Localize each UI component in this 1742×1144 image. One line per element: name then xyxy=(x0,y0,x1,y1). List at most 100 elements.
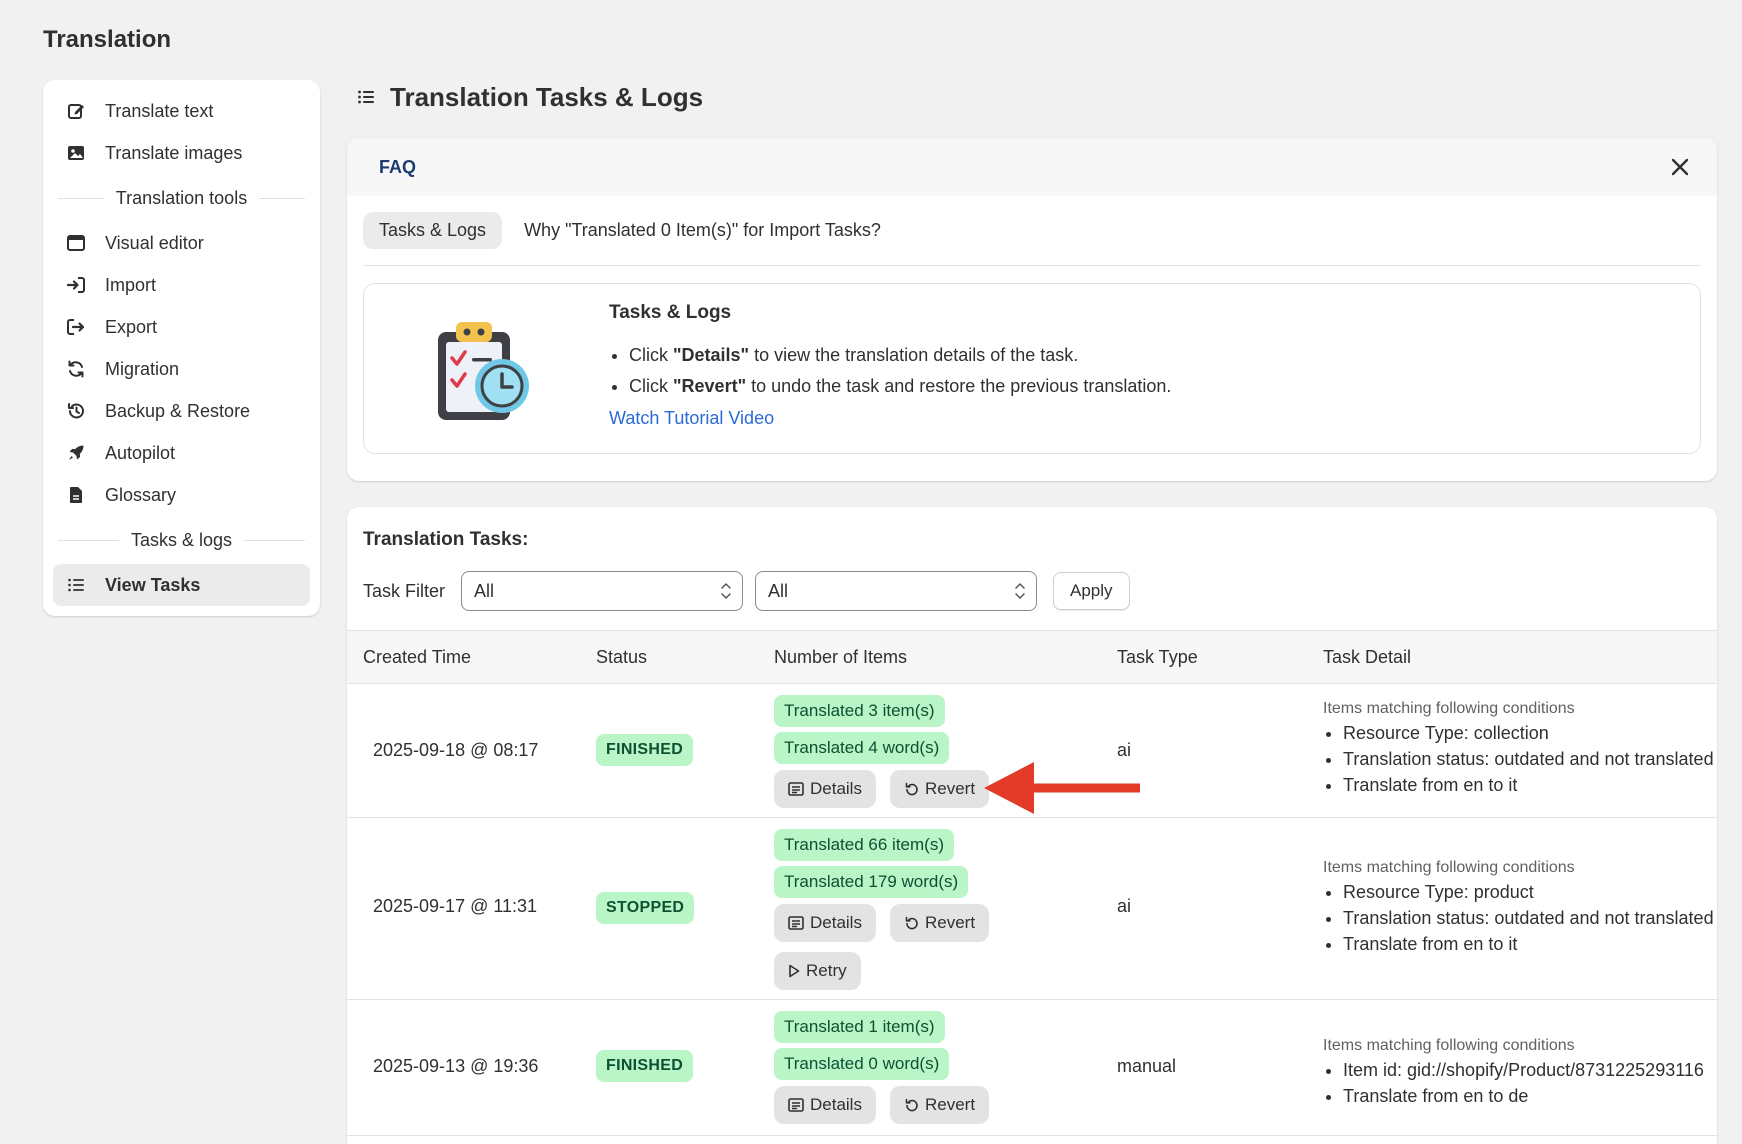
faq-answer-title: Tasks & Logs xyxy=(609,302,732,323)
task-filter-select-2[interactable]: All xyxy=(755,571,1038,611)
filter-row: Task Filter All All Apply xyxy=(363,571,1130,611)
clipboard-clock-illustration xyxy=(424,314,534,424)
task-detail-item: Resource Type: collection xyxy=(1343,720,1714,746)
text-bold: "Revert" xyxy=(673,376,747,396)
undo-icon xyxy=(904,1098,919,1113)
refresh-icon xyxy=(65,358,87,380)
section-divider-tools: Translation tools xyxy=(53,174,310,222)
sidebar-item-autopilot[interactable]: Autopilot xyxy=(53,432,310,474)
faq-tab-tasks-logs[interactable]: Tasks & Logs xyxy=(363,212,503,249)
list-icon xyxy=(356,82,378,113)
undo-icon xyxy=(904,916,919,931)
sidebar-item-label: Migration xyxy=(105,358,180,379)
revert-label: Revert xyxy=(925,1095,976,1114)
revert-label: Revert xyxy=(925,779,976,798)
faq-card: FAQ Tasks & Logs Why "Translated 0 Item(… xyxy=(347,138,1717,481)
watch-tutorial-link[interactable]: Watch Tutorial Video xyxy=(609,408,1171,429)
table-row: 2025-09-13 @ 19:36 FINISHED Translated 1… xyxy=(347,1000,1717,1136)
revert-button[interactable]: Revert xyxy=(890,904,990,942)
text-bold: "Details" xyxy=(673,345,750,365)
details-button[interactable]: Details xyxy=(774,770,876,808)
sidebar-item-label: Export xyxy=(105,316,158,337)
sidebar-item-migration[interactable]: Migration xyxy=(53,348,310,390)
task-detail-heading: Items matching following conditions xyxy=(1323,859,1575,876)
sidebar-item-label: Translate text xyxy=(105,100,214,121)
text: Click xyxy=(629,376,673,396)
faq-answer-panel: Tasks & Logs Click "Details" to view the… xyxy=(363,283,1701,454)
select-value: All xyxy=(768,580,789,601)
sidebar-item-label: Autopilot xyxy=(105,442,176,463)
task-detail-item: Translate from en to de xyxy=(1343,1083,1704,1109)
page-title: Translation Tasks & Logs xyxy=(356,82,703,113)
details-button[interactable]: Details xyxy=(774,904,876,942)
image-icon xyxy=(65,142,87,164)
revert-button[interactable]: Revert xyxy=(890,1086,990,1124)
task-filter-label: Task Filter xyxy=(363,580,446,601)
select-arrows-icon xyxy=(720,580,732,602)
column-header-type: Task Type xyxy=(1117,647,1198,667)
task-detail-item: Translation status: outdated and not tra… xyxy=(1343,746,1714,772)
sidebar-item-translate-images[interactable]: Translate images xyxy=(53,132,310,174)
sidebar-item-glossary[interactable]: Glossary xyxy=(53,474,310,516)
apply-button[interactable]: Apply xyxy=(1053,572,1130,610)
edit-icon xyxy=(65,100,87,122)
details-label: Details xyxy=(810,779,862,798)
rocket-icon xyxy=(65,442,87,464)
details-icon xyxy=(788,782,804,796)
sidebar-item-visual-editor[interactable]: Visual editor xyxy=(53,222,310,264)
task-detail-heading: Items matching following conditions xyxy=(1323,1037,1575,1054)
sidebar-item-label: Visual editor xyxy=(105,232,204,253)
details-label: Details xyxy=(810,913,862,932)
task-type: ai xyxy=(1117,896,1132,916)
app-title: Translation xyxy=(43,26,172,53)
revert-label: Revert xyxy=(925,913,976,932)
task-type: ai xyxy=(1117,740,1132,760)
faq-answer-list: Click "Details" to view the translation … xyxy=(609,340,1171,402)
sidebar-item-label: Backup & Restore xyxy=(105,400,251,421)
history-icon xyxy=(65,400,87,422)
column-header-created: Created Time xyxy=(363,647,472,667)
task-detail-item: Translate from en to it xyxy=(1343,772,1714,798)
undo-icon xyxy=(904,782,919,797)
faq-question-link[interactable]: Why "Translated 0 Item(s)" for Import Ta… xyxy=(524,220,881,241)
annotation-arrow-icon xyxy=(984,762,1140,814)
table-row: 2025-09-17 @ 11:31 STOPPED Translated 66… xyxy=(347,818,1717,1000)
task-filter-select-1[interactable]: All xyxy=(461,571,744,611)
created-time: 2025-09-13 @ 19:36 xyxy=(373,1056,539,1076)
sidebar-item-export[interactable]: Export xyxy=(53,306,310,348)
words-count-tag: Translated 4 word(s) xyxy=(774,732,950,764)
task-type: manual xyxy=(1117,1056,1177,1076)
sidebar-item-label: Translate images xyxy=(105,142,243,163)
task-detail-list: Resource Type: product Translation statu… xyxy=(1323,879,1714,957)
sidebar-item-label: View Tasks xyxy=(105,574,201,595)
browser-window-icon xyxy=(65,232,87,254)
words-count-tag: Translated 179 word(s) xyxy=(774,866,969,898)
retry-button[interactable]: Retry xyxy=(774,952,861,990)
created-time: 2025-09-18 @ 08:17 xyxy=(373,740,539,760)
task-detail-item: Translate from en to it xyxy=(1343,931,1714,957)
faq-tab-row: Tasks & Logs Why "Translated 0 Item(s)" … xyxy=(363,196,1701,266)
section-label: Tasks & logs xyxy=(130,529,233,550)
tasks-title: Translation Tasks: xyxy=(363,529,529,550)
revert-button[interactable]: Revert xyxy=(890,770,990,808)
play-icon xyxy=(788,964,800,978)
import-icon xyxy=(65,274,87,296)
details-button[interactable]: Details xyxy=(774,1086,876,1124)
sidebar-item-view-tasks[interactable]: View Tasks xyxy=(53,564,310,606)
close-icon[interactable] xyxy=(1667,154,1693,180)
sidebar: Translate text Translate images Translat… xyxy=(43,80,320,616)
items-count-tag: Translated 3 item(s) xyxy=(774,695,945,727)
details-icon xyxy=(788,1098,804,1112)
task-detail-heading: Items matching following conditions xyxy=(1323,700,1575,717)
task-detail-item: Translation status: outdated and not tra… xyxy=(1343,905,1714,931)
column-header-status: Status xyxy=(596,647,648,667)
section-divider-logs: Tasks & logs xyxy=(53,516,310,564)
sidebar-item-backup-restore[interactable]: Backup & Restore xyxy=(53,390,310,432)
section-label: Translation tools xyxy=(115,187,248,208)
text: Click xyxy=(629,345,673,365)
faq-header: FAQ xyxy=(347,138,1717,196)
column-header-items: Number of Items xyxy=(774,647,908,667)
sidebar-item-import[interactable]: Import xyxy=(53,264,310,306)
sidebar-item-translate-text[interactable]: Translate text xyxy=(53,90,310,132)
status-badge: FINISHED xyxy=(596,734,694,766)
